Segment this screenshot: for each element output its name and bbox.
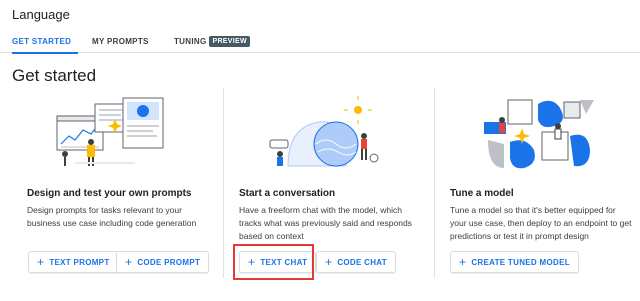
card-description: Design prompts for tasks relevant to you…: [27, 205, 197, 228]
button-label: CODE PROMPT: [137, 257, 201, 267]
tab-get-started[interactable]: GET STARTED: [12, 29, 78, 54]
text-prompt-button[interactable]: + TEXT PROMPT: [28, 251, 119, 273]
code-chat-button[interactable]: + CODE CHAT: [316, 251, 396, 273]
plus-icon: +: [325, 255, 333, 269]
plus-icon: +: [125, 255, 133, 269]
plus-icon: +: [37, 255, 45, 269]
page-title: Get started: [12, 66, 97, 85]
card-title: Start a conversation: [239, 188, 336, 199]
prompt-design-illustration: [56, 97, 164, 166]
tab-bar: GET STARTED MY PROMPTS TUNING PREVIEW: [0, 29, 640, 54]
button-label: CODE CHAT: [337, 257, 387, 267]
card-divider: [434, 88, 435, 278]
tab-label: GET STARTED: [12, 36, 72, 46]
card-description: Have a freeform chat with the model, whi…: [239, 205, 412, 241]
text-chat-button[interactable]: + TEXT CHAT: [239, 251, 317, 273]
plus-icon: +: [248, 255, 256, 269]
app-title: Language: [12, 7, 70, 22]
button-label: TEXT CHAT: [260, 257, 308, 267]
tab-tuning[interactable]: TUNING PREVIEW: [174, 29, 250, 53]
plus-icon: +: [459, 255, 467, 269]
button-label: CREATE TUNED MODEL: [471, 257, 570, 267]
button-label: TEXT PROMPT: [49, 257, 110, 267]
tuning-illustration: [484, 99, 594, 169]
create-tuned-model-button[interactable]: + CREATE TUNED MODEL: [450, 251, 579, 273]
preview-badge: PREVIEW: [209, 35, 250, 47]
code-prompt-button[interactable]: + CODE PROMPT: [116, 251, 210, 273]
tab-label: MY PROMPTS: [92, 36, 149, 46]
card-description: Tune a model so that it's better equippe…: [450, 205, 632, 241]
app-header: Language: [0, 0, 640, 29]
tab-my-prompts[interactable]: MY PROMPTS: [92, 29, 149, 53]
card-divider: [223, 88, 224, 278]
tab-label: TUNING: [174, 36, 207, 46]
card-title: Design and test your own prompts: [27, 188, 192, 199]
conversation-illustration: [269, 96, 379, 167]
card-title: Tune a model: [450, 188, 514, 199]
